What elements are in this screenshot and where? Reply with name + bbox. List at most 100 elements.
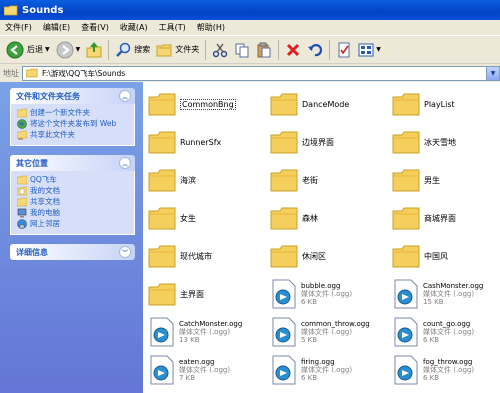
file-item[interactable]: CatchMonster.ogg 媒体文件 (.ogg) 13 KB: [146, 313, 268, 351]
menu-edit[interactable]: 编辑(E): [43, 22, 70, 33]
toolbar-separator: [329, 39, 331, 60]
folder-item[interactable]: 海滨: [146, 161, 268, 199]
file-name: CatchMonster.ogg: [179, 320, 243, 328]
views-button[interactable]: ▼: [355, 38, 384, 62]
folder-item[interactable]: 老街: [268, 161, 390, 199]
search-button[interactable]: 搜索: [112, 38, 153, 62]
menu-view[interactable]: 查看(V): [81, 22, 109, 33]
place-label: 网上邻居: [30, 219, 60, 228]
place-my-computer[interactable]: 我的电脑: [17, 208, 130, 218]
undo-button[interactable]: [304, 38, 326, 62]
place-label: 我的电脑: [30, 208, 60, 217]
chevron-down-icon[interactable]: ︾: [119, 246, 131, 258]
forward-arrow-icon: [56, 41, 74, 58]
folder-name: CommonBng: [180, 98, 236, 110]
folder-item[interactable]: 冰天雪地: [390, 123, 500, 161]
folder-name: 森林: [302, 213, 318, 223]
up-folder-button[interactable]: [83, 38, 105, 62]
file-item[interactable]: CashMonster.ogg 媒体文件 (.ogg) 15 KB: [390, 275, 500, 313]
chevron-down-icon[interactable]: ▼: [45, 46, 50, 53]
menu-tools[interactable]: 工具(T): [159, 22, 186, 33]
folder-name: PlayList: [424, 99, 455, 109]
forward-button[interactable]: ▼: [53, 38, 84, 62]
chevron-down-icon[interactable]: ▼: [486, 66, 499, 80]
task-share-folder[interactable]: 共享此文件夹: [17, 130, 130, 140]
tasks-panel-header[interactable]: 文件和文件夹任务 ︽: [10, 88, 135, 104]
chevron-up-icon[interactable]: ︽: [119, 90, 131, 102]
task-publish-web[interactable]: 将这个文件夹发布到 Web: [17, 119, 130, 129]
back-button[interactable]: 后退 ▼: [3, 38, 53, 62]
folder-item[interactable]: PlayList: [390, 85, 500, 123]
places-panel-header[interactable]: 其它位置 ︽: [10, 155, 135, 171]
file-size: 13 KB: [179, 336, 200, 344]
folder-item[interactable]: DanceMode: [268, 85, 390, 123]
media-file-icon: [150, 355, 174, 385]
file-item[interactable]: bubble.ogg 媒体文件 (.ogg) 6 KB: [268, 275, 390, 313]
folder-item[interactable]: 男生: [390, 161, 500, 199]
place-network[interactable]: 网上邻居: [17, 219, 130, 229]
back-label: 后退: [27, 45, 43, 54]
folder-icon: [148, 93, 176, 116]
folder-item[interactable]: 女生: [146, 199, 268, 237]
folder-item[interactable]: 主界面: [146, 275, 268, 313]
file-type: 媒体文件 (.ogg): [179, 328, 231, 336]
search-icon: [116, 42, 131, 57]
file-item[interactable]: fog_throw.ogg 媒体文件 (.ogg) 6 KB: [390, 351, 500, 389]
menu-file[interactable]: 文件(F): [5, 22, 32, 33]
copy-button[interactable]: [231, 38, 253, 62]
back-arrow-icon: [6, 41, 24, 58]
file-size: 6 KB: [423, 336, 440, 344]
cut-button[interactable]: [209, 38, 231, 62]
folders-button[interactable]: 文件夹: [153, 38, 202, 62]
file-type: 媒体文件 (.ogg): [423, 328, 475, 336]
media-file-icon: [150, 317, 174, 347]
media-file-icon: [272, 279, 296, 309]
folder-item[interactable]: 休闲区: [268, 237, 390, 275]
share-folder-icon: [17, 130, 27, 140]
address-field[interactable]: F:\游戏\QQ飞车\Sounds ▼: [22, 65, 500, 81]
folder-item[interactable]: 森林: [268, 199, 390, 237]
delete-button[interactable]: [282, 38, 304, 62]
documents-folder-icon: [17, 186, 27, 196]
menu-favorites[interactable]: 收藏(A): [120, 22, 148, 33]
task-new-folder[interactable]: 创建一个新文件夹: [17, 108, 130, 118]
scissors-icon: [213, 43, 228, 57]
file-item[interactable]: eaten.ogg 媒体文件 (.ogg) 7 KB: [146, 351, 268, 389]
menu-help[interactable]: 帮助(H): [197, 22, 225, 33]
toolbar: 后退 ▼ ▼ 搜索 文件夹 ▼: [0, 36, 500, 64]
folder-item[interactable]: 现代城市: [146, 237, 268, 275]
paste-button[interactable]: [253, 38, 275, 62]
media-file-icon: [272, 355, 296, 385]
toolbar-separator: [205, 39, 207, 60]
folder-icon: [148, 283, 176, 306]
file-type: 媒体文件 (.ogg): [179, 366, 231, 374]
folder-item[interactable]: 边境界面: [268, 123, 390, 161]
shared-folder-icon: [17, 197, 27, 207]
window-title: Sounds: [22, 4, 64, 16]
place-shared-documents[interactable]: 共享文档: [17, 197, 130, 207]
folder-item[interactable]: 商城界面: [390, 199, 500, 237]
file-item[interactable]: count_go.ogg 媒体文件 (.ogg) 6 KB: [390, 313, 500, 351]
place-qq-speed[interactable]: QQ飞车: [17, 175, 130, 185]
folder-item[interactable]: RunnerSfx: [146, 123, 268, 161]
folder-item[interactable]: 中国风: [390, 237, 500, 275]
folder-icon: [270, 245, 298, 268]
properties-button[interactable]: [333, 38, 355, 62]
chevron-down-icon[interactable]: ▼: [76, 46, 81, 53]
file-name: CashMonster.ogg: [423, 282, 484, 290]
file-item[interactable]: common_throw.ogg 媒体文件 (.ogg) 5 KB: [268, 313, 390, 351]
folder-item[interactable]: CommonBng: [146, 85, 268, 123]
chevron-up-icon[interactable]: ︽: [119, 157, 131, 169]
new-folder-icon: [17, 108, 27, 118]
place-my-documents[interactable]: 我的文档: [17, 186, 130, 196]
details-panel-header[interactable]: 详细信息 ︾: [10, 244, 135, 260]
properties-icon: [338, 42, 350, 57]
folder-name: 现代城市: [180, 251, 212, 261]
tasks-panel-body: 创建一个新文件夹 将这个文件夹发布到 Web 共享此文件夹: [10, 104, 135, 146]
toolbar-separator: [108, 39, 110, 60]
folder-name: 商城界面: [424, 213, 456, 223]
task-label: 将这个文件夹发布到 Web: [30, 119, 117, 128]
chevron-down-icon[interactable]: ▼: [376, 46, 381, 53]
file-item[interactable]: firing.ogg 媒体文件 (.ogg) 6 KB: [268, 351, 390, 389]
globe-icon: [17, 119, 27, 129]
